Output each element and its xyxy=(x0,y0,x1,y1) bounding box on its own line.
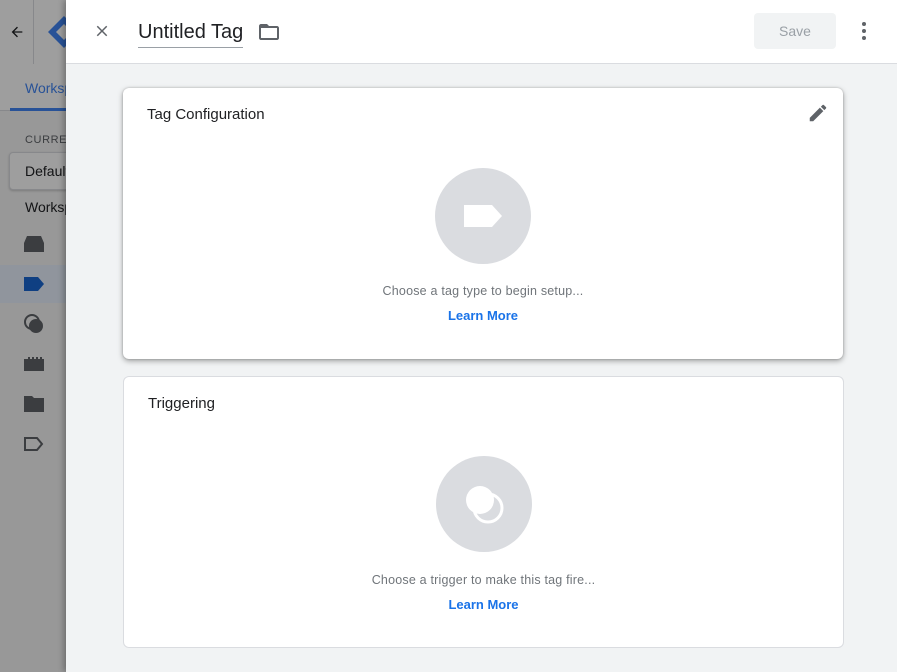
learn-more-link[interactable]: Learn More xyxy=(123,308,843,323)
card-title: Triggering xyxy=(148,395,215,412)
close-icon xyxy=(96,25,108,37)
pencil-icon xyxy=(809,104,827,122)
close-button[interactable] xyxy=(88,17,116,45)
more-options-button[interactable] xyxy=(852,19,876,43)
edit-button[interactable] xyxy=(807,102,829,124)
tag-name-input[interactable]: Untitled Tag xyxy=(138,20,244,48)
more-vert-icon xyxy=(862,22,866,40)
tag-icon xyxy=(464,205,502,227)
save-button[interactable]: Save xyxy=(754,13,836,49)
tag-editor-panel: Untitled Tag Save Tag Configuration Choo… xyxy=(66,0,897,672)
folder-button[interactable] xyxy=(257,20,281,44)
triggering-hint: Choose a trigger to make this tag fire..… xyxy=(371,573,596,587)
tag-config-hint: Choose a tag type to begin setup... xyxy=(382,284,584,298)
trigger-placeholder[interactable] xyxy=(436,456,532,552)
tag-configuration-card[interactable]: Tag Configuration Choose a tag type to b… xyxy=(123,88,843,359)
triggering-card[interactable]: Triggering Choose a trigger to make this… xyxy=(123,376,844,648)
folder-outline-icon xyxy=(259,24,279,40)
panel-header: Untitled Tag Save xyxy=(66,0,897,64)
trigger-icon xyxy=(466,486,504,524)
learn-more-link[interactable]: Learn More xyxy=(124,597,843,612)
card-title: Tag Configuration xyxy=(147,106,265,123)
tag-type-placeholder[interactable] xyxy=(435,168,531,264)
